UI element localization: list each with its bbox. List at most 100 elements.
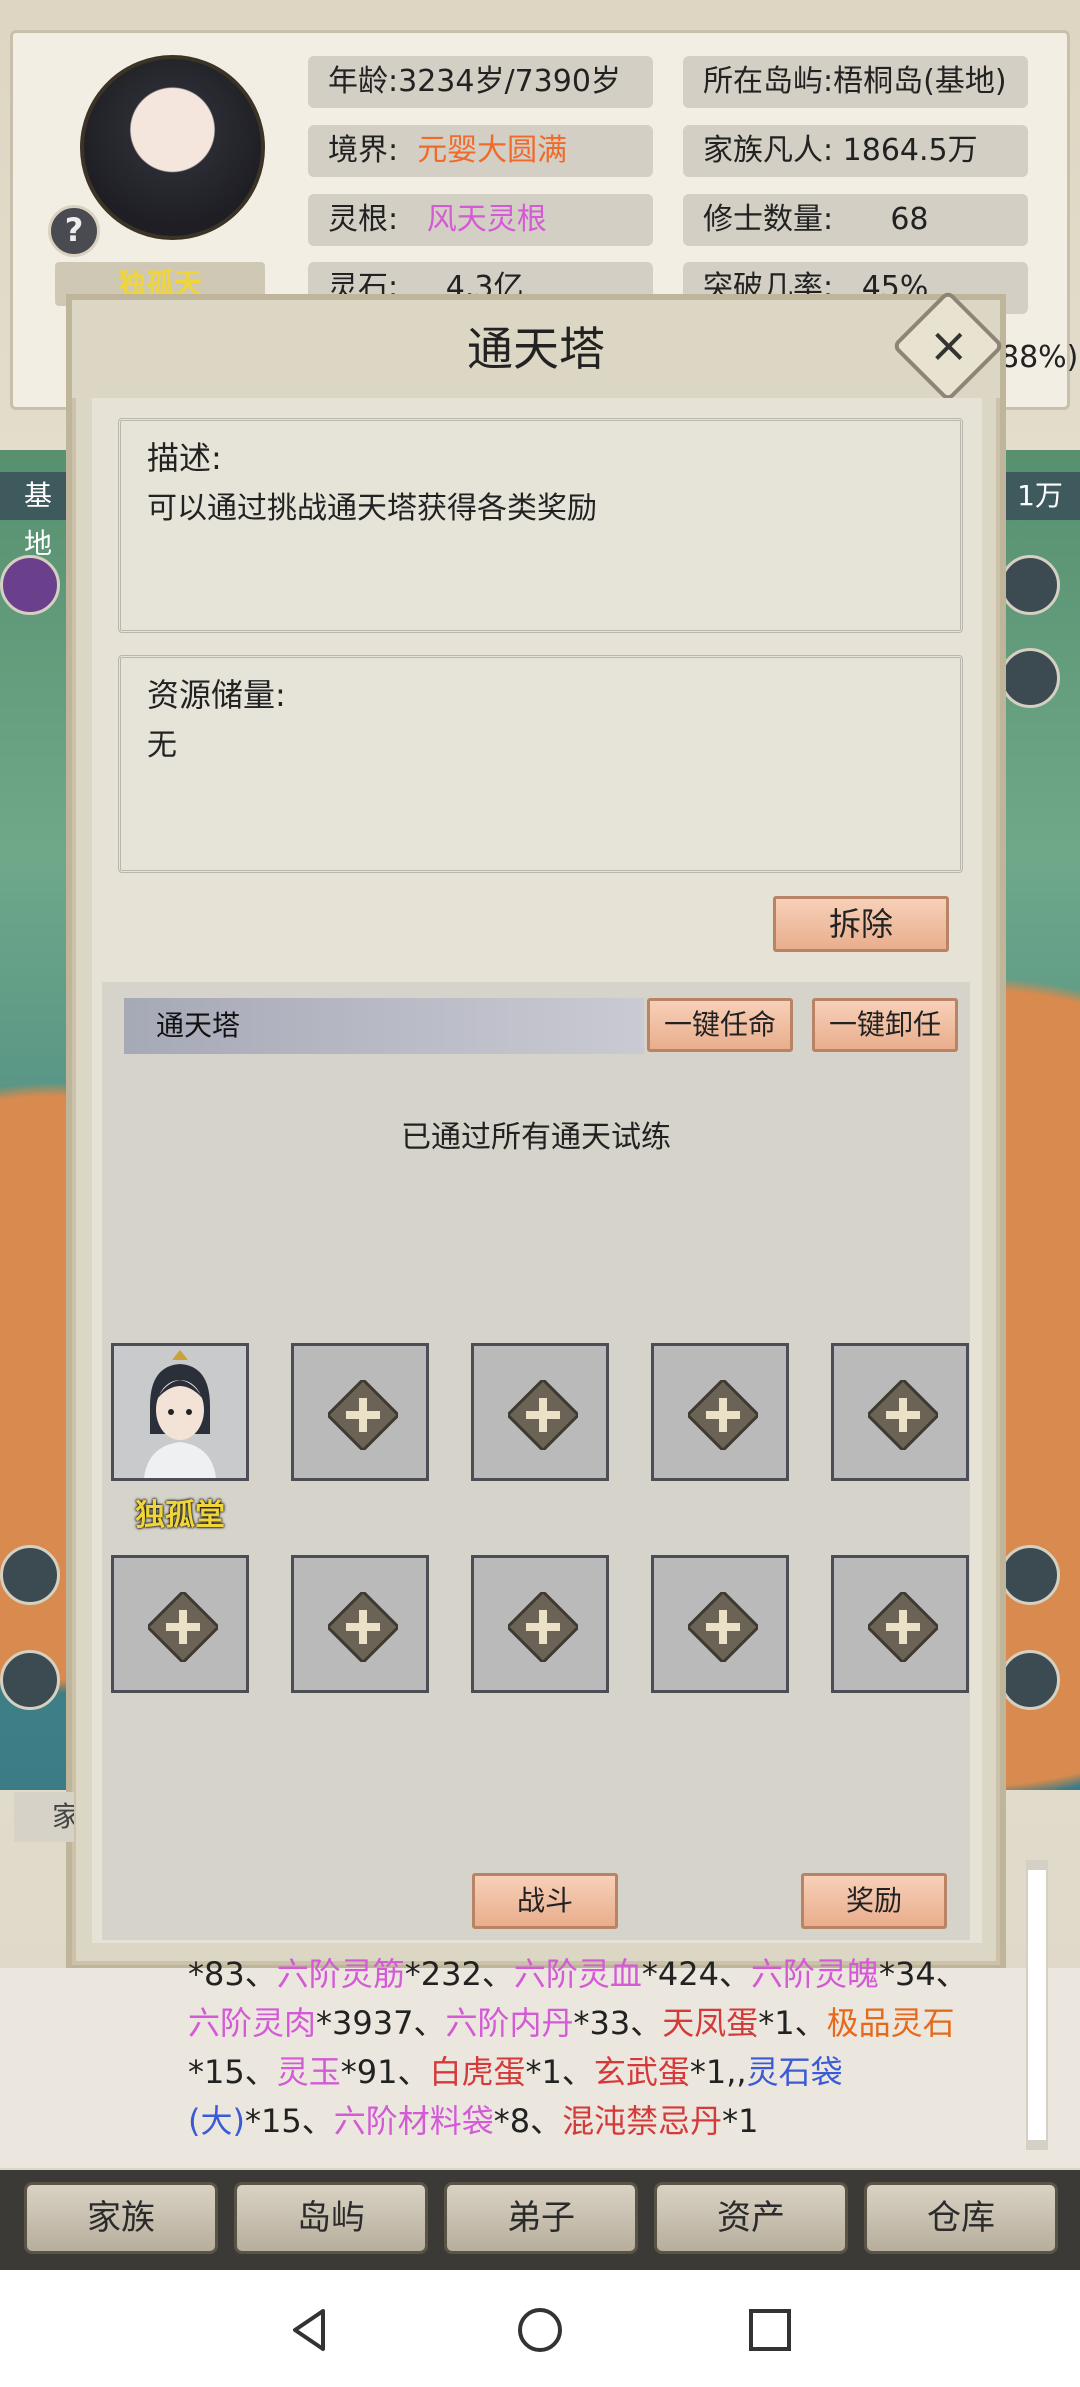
log-scrollbar[interactable]: [1026, 1860, 1048, 2150]
log-segment: 六阶灵魄: [750, 1955, 879, 1993]
nav-disciple[interactable]: 弟子: [444, 2182, 638, 2254]
log-segment: 灵玉: [276, 2053, 341, 2091]
demolish-button[interactable]: 拆除: [773, 896, 949, 952]
cultivators-field: 修士数量: 68: [683, 194, 1028, 246]
resource-text: 无: [147, 728, 177, 763]
partial-stat: 88%): [1000, 340, 1079, 375]
log-segment: *8、: [493, 2102, 563, 2140]
home-icon[interactable]: [515, 2305, 565, 2355]
log-segment: 六阶灵肉: [188, 2004, 317, 2042]
disciple-slot-name: 独孤堂: [135, 1498, 225, 1533]
log-text: *83、六阶灵筋*232、六阶灵血*424、六阶灵魄*34、 六阶灵肉*3937、…: [188, 1950, 1038, 2146]
plus-icon: [328, 1380, 398, 1450]
status-text: 已通过所有通天试练: [401, 1120, 671, 1155]
age-label: 年龄:: [328, 64, 399, 99]
settings-side-icon[interactable]: [1000, 1650, 1060, 1710]
log-segment: 极品灵石: [826, 2004, 955, 2042]
mortals-field: 家族凡人: 1864.5万: [683, 125, 1028, 177]
empty-slot[interactable]: [111, 1555, 249, 1693]
plus-icon: [148, 1592, 218, 1662]
log-segment: *3937、: [316, 2004, 446, 2042]
age-value: 3234岁/7390岁: [398, 64, 621, 99]
log-line: *83、六阶灵筋*232、六阶灵血*424、六阶灵魄*34、: [188, 1950, 1038, 1999]
plus-icon: [508, 1592, 578, 1662]
realm-field: 境界: 元婴大圆满: [308, 125, 653, 177]
age-field: 年龄:3234岁/7390岁: [308, 56, 653, 108]
log-segment: *15、: [244, 2102, 334, 2140]
realm-label: 境界:: [328, 133, 399, 168]
nav-island[interactable]: 岛屿: [234, 2182, 428, 2254]
right-stat-partial: 1万: [1000, 472, 1080, 520]
empty-slot[interactable]: [831, 1343, 969, 1481]
nav-assets[interactable]: 资产: [654, 2182, 848, 2254]
battle-button[interactable]: 战斗: [472, 1873, 618, 1929]
close-icon: ×: [928, 317, 969, 374]
log-segment: *83、: [188, 1955, 277, 1993]
question-icon: ?: [64, 211, 84, 249]
disciple-side-icon[interactable]: [0, 1545, 60, 1605]
log-tab-partial[interactable]: 家: [14, 1792, 74, 1842]
player-avatar[interactable]: [80, 55, 265, 240]
log-segment: *33、: [573, 2004, 663, 2042]
empty-slot[interactable]: [651, 1555, 789, 1693]
tower-tab[interactable]: 通天塔: [124, 998, 644, 1054]
mortals-value: 1864.5万: [842, 133, 978, 168]
log-segment: 白虎蛋: [429, 2053, 526, 2091]
log-segment: *1: [722, 2102, 759, 2140]
plus-icon: [868, 1592, 938, 1662]
root-field: 灵根: 风天灵根: [308, 194, 653, 246]
describe-side-icon[interactable]: [1000, 1545, 1060, 1605]
log-scroll-thumb[interactable]: [1028, 1870, 1046, 2140]
log-segment: *34、: [878, 1955, 968, 1993]
dismiss-all-button[interactable]: 一键卸任: [812, 998, 958, 1052]
log-segment: 玄武蛋: [593, 2053, 690, 2091]
log-segment: 混沌禁忌丹: [562, 2102, 723, 2140]
plus-icon: [328, 1592, 398, 1662]
mortals-label: 家族凡人:: [703, 133, 834, 168]
side-close-icon[interactable]: [1000, 648, 1060, 708]
appoint-all-button[interactable]: 一键任命: [647, 998, 793, 1052]
root-label: 灵根:: [328, 202, 399, 237]
empty-slot[interactable]: [831, 1555, 969, 1693]
recent-apps-icon[interactable]: [745, 2305, 795, 2355]
back-icon[interactable]: [285, 2305, 335, 2355]
empty-slot[interactable]: [291, 1343, 429, 1481]
island-field: 所在岛屿:梧桐岛(基地): [683, 56, 1028, 108]
resource-label: 资源储量:: [147, 676, 286, 714]
log-segment: (大): [188, 2102, 245, 2140]
log-segment: 六阶内丹: [445, 2004, 574, 2042]
resource-panel: 资源储量: 无: [118, 655, 963, 873]
cultivators-label: 修士数量:: [703, 202, 834, 237]
empty-slot[interactable]: [471, 1343, 609, 1481]
play-icon[interactable]: [1000, 555, 1060, 615]
log-line: 六阶灵肉*3937、六阶内丹*33、天凤蛋*1、极品灵石: [188, 1999, 1038, 2048]
plus-icon: [688, 1380, 758, 1450]
empty-slot[interactable]: [471, 1555, 609, 1693]
description-text: 可以通过挑战通天塔获得各类奖励: [147, 491, 597, 526]
log-line: *15、灵玉*91、白虎蛋*1、玄武蛋*1,,灵石袋: [188, 2048, 1038, 2097]
empty-slot[interactable]: [651, 1343, 789, 1481]
log-segment: *91、: [340, 2053, 430, 2091]
alert-icon[interactable]: [0, 555, 60, 615]
island-label: 所在岛屿:: [703, 64, 834, 99]
work-side-icon[interactable]: [0, 1650, 60, 1710]
log-segment: *1,,: [689, 2053, 747, 2091]
log-segment: *1、: [758, 2004, 827, 2042]
nav-family[interactable]: 家族: [24, 2182, 218, 2254]
cultivators-value: 68: [890, 202, 929, 237]
empty-slot[interactable]: [291, 1555, 429, 1693]
log-segment: 六阶灵筋: [276, 1955, 405, 1993]
root-value: 风天灵根: [426, 202, 547, 237]
log-segment: *15、: [188, 2053, 277, 2091]
disciple-slot-filled[interactable]: [111, 1343, 249, 1481]
help-button[interactable]: ?: [48, 205, 100, 257]
description-panel: 描述: 可以通过挑战通天塔获得各类奖励: [118, 418, 963, 633]
log-segment: 灵石袋: [746, 2053, 843, 2091]
base-tab-partial[interactable]: 基地: [0, 472, 70, 560]
nav-warehouse[interactable]: 仓库: [864, 2182, 1058, 2254]
plus-icon: [508, 1380, 578, 1450]
reward-button[interactable]: 奖励: [801, 1873, 947, 1929]
disciple-portrait: [114, 1346, 246, 1478]
log-segment: *232、: [404, 1955, 514, 1993]
log-segment: 六阶材料袋: [333, 2102, 494, 2140]
